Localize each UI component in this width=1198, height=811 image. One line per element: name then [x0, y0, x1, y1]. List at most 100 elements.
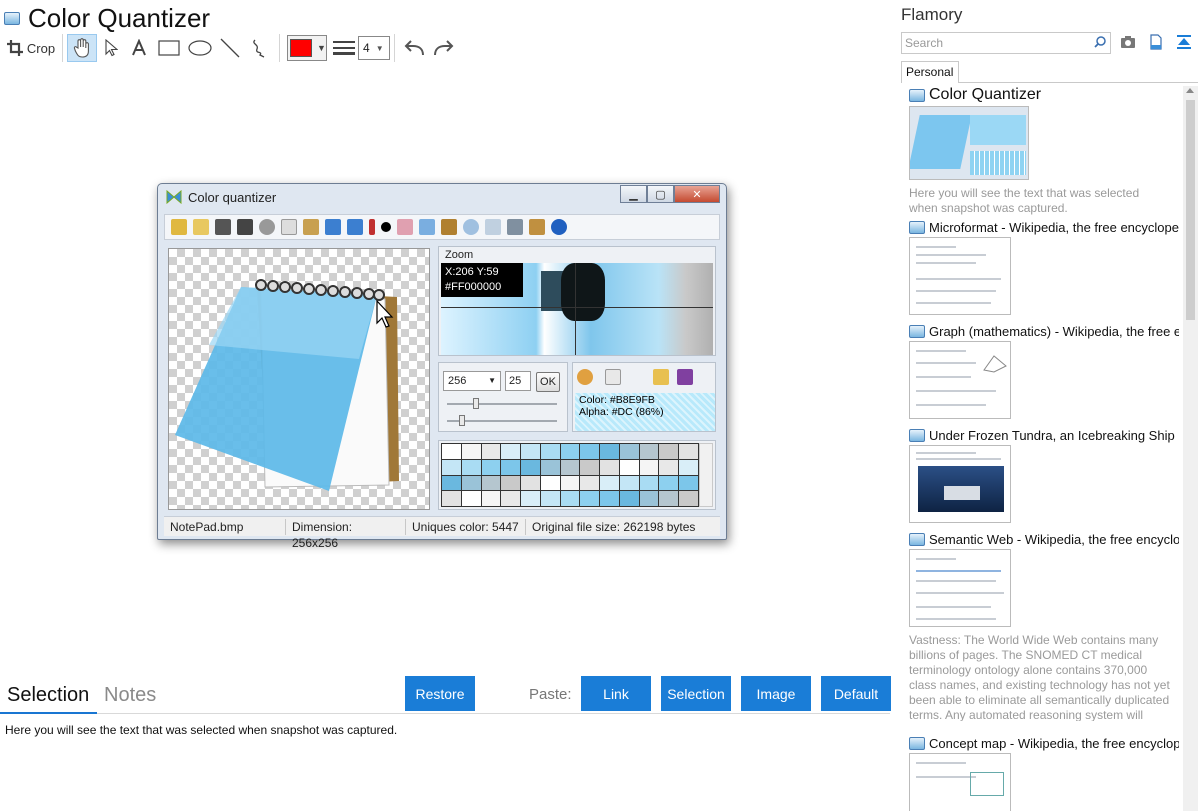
palette-cell — [659, 459, 679, 475]
thumbnail-line — [916, 580, 996, 582]
zoom-readout: X:206 Y:59 #FF000000 — [441, 263, 523, 297]
minimize-button: ▁ — [620, 185, 647, 203]
line-width-button[interactable] — [330, 34, 358, 62]
palette-cell — [639, 491, 659, 506]
snapshot-item-header: Microformat - Wikipedia, the free encycl… — [909, 220, 1179, 235]
palette-icon — [577, 369, 593, 385]
ok-button: OK — [536, 372, 560, 392]
snapshot-item[interactable]: Graph (mathematics) - Wikipedia, the fre… — [909, 324, 1179, 419]
toolbar-divider — [279, 34, 280, 62]
brush-dot-icon — [381, 222, 391, 232]
palette-cell — [560, 491, 580, 506]
sidebar-title: Flamory — [901, 5, 963, 24]
page-icon — [909, 533, 925, 546]
thumbnail-line — [916, 254, 986, 256]
snapshot-item-header: Under Frozen Tundra, an Icebreaking Ship… — [909, 428, 1179, 443]
snapshot-item[interactable]: Semantic Web - Wikipedia, the free encyc… — [909, 532, 1179, 721]
slider-2 — [447, 415, 557, 426]
snapshot-item-header: Semantic Web - Wikipedia, the free encyc… — [909, 532, 1179, 547]
page-icon — [909, 221, 925, 234]
rectangle-fill-icon — [419, 219, 435, 235]
snapshot-item[interactable]: Microformat - Wikipedia, the free encycl… — [909, 220, 1179, 315]
app-icon — [4, 11, 20, 25]
palette-cell — [481, 475, 501, 491]
save-as-icon — [237, 219, 253, 235]
palette-cell — [540, 444, 560, 459]
document-icon[interactable] — [1148, 34, 1164, 50]
scroll-up-icon[interactable] — [1186, 88, 1194, 93]
search-placeholder: Search — [905, 36, 944, 50]
tab-personal[interactable]: Personal — [901, 61, 959, 83]
snapshot-item[interactable]: Concept map - Wikipedia, the free encycl… — [909, 736, 1179, 811]
thumbnail-line — [916, 606, 991, 608]
palette-cell — [521, 475, 540, 491]
tab-selection[interactable]: Selection — [7, 684, 89, 707]
screen-icon — [485, 219, 501, 235]
palette-cell — [442, 475, 461, 491]
search-input[interactable]: Search — [901, 32, 1111, 54]
select-tool-button[interactable] — [97, 34, 125, 62]
paste-selection-button[interactable]: Selection — [661, 676, 731, 711]
palette-cell — [540, 491, 560, 506]
info-icon — [551, 219, 567, 235]
snapshot-item[interactable]: Under Frozen Tundra, an Icebreaking Ship… — [909, 428, 1179, 523]
palette-cell — [481, 491, 501, 506]
ellipse-tool-button[interactable] — [185, 34, 215, 62]
text-tool-button[interactable] — [125, 34, 153, 62]
thumbnail-notepad — [910, 115, 972, 169]
palette-cell — [600, 444, 619, 459]
snapshot-window: Color quantizer ▁ ▢ ✕ Zoom X:206 Y:59 #F… — [157, 183, 727, 550]
paste-image-button[interactable]: Image — [741, 676, 811, 711]
camera-icon[interactable] — [1120, 34, 1136, 50]
thumbnail-line — [916, 558, 956, 560]
palette-cell — [501, 475, 521, 491]
zoom-crosshair-v — [575, 263, 576, 355]
window-toolbar — [164, 214, 720, 240]
zoom-hex: #FF000000 — [445, 281, 502, 293]
status-size: Original file size: 262198 bytes — [532, 519, 696, 534]
freehand-tool-button[interactable] — [245, 34, 275, 62]
search-icon[interactable] — [1094, 36, 1106, 48]
palette-cell — [501, 459, 521, 475]
palette-cell — [501, 491, 521, 506]
palette-cell — [639, 475, 659, 491]
thumbnail-line — [916, 350, 966, 352]
palette-cell — [659, 475, 679, 491]
undo-icon — [325, 219, 341, 235]
sidebar-scrollbar[interactable] — [1183, 86, 1198, 811]
redo-button[interactable] — [429, 34, 459, 62]
snapshot-item-header: Concept map - Wikipedia, the free encycl… — [909, 736, 1179, 751]
paste-link-button[interactable]: Link — [581, 676, 651, 711]
paste-default-button[interactable]: Default — [821, 676, 891, 711]
tab-divider — [959, 82, 1198, 83]
eraser-icon — [397, 219, 413, 235]
restore-button[interactable]: Restore — [405, 676, 475, 711]
slider-1 — [447, 398, 557, 409]
snapshot-title: Graph (mathematics) - Wikipedia, the fre… — [929, 324, 1179, 339]
close-button: ✕ — [674, 185, 720, 203]
thumbnail-line — [916, 376, 971, 378]
line-width-select[interactable]: 4 ▼ — [358, 36, 390, 60]
scrollbar-thumb[interactable] — [1186, 100, 1195, 320]
undo-button[interactable] — [399, 34, 429, 62]
hand-tool-button[interactable] — [67, 34, 97, 62]
color-info-panel: Color: #B8E9FB Alpha: #DC (86%) — [572, 362, 716, 432]
alpha-value: Alpha: #DC (86%) — [579, 406, 664, 418]
thumbnail-line — [916, 278, 1001, 280]
snapshot-item[interactable]: Color Quantizer Here you will see the te… — [909, 86, 1179, 216]
pointer-icon — [105, 39, 118, 57]
snapshot-title: Color Quantizer — [929, 86, 1042, 103]
collapse-icon[interactable] — [1176, 34, 1192, 50]
crop-button[interactable]: Crop — [4, 34, 58, 62]
zoom-crosshair-h — [441, 307, 713, 308]
palette-cell — [501, 444, 521, 459]
thumbnail-line — [916, 362, 976, 364]
settings-icon — [259, 219, 275, 235]
snapshot-title: Under Frozen Tundra, an Icebreaking Ship… — [929, 428, 1179, 443]
rectangle-tool-button[interactable] — [153, 34, 185, 62]
color-picker[interactable]: ▼ — [287, 35, 327, 61]
palette-cell — [580, 444, 600, 459]
tab-notes[interactable]: Notes — [104, 684, 156, 707]
line-tool-button[interactable] — [215, 34, 245, 62]
palette-cell — [560, 475, 580, 491]
